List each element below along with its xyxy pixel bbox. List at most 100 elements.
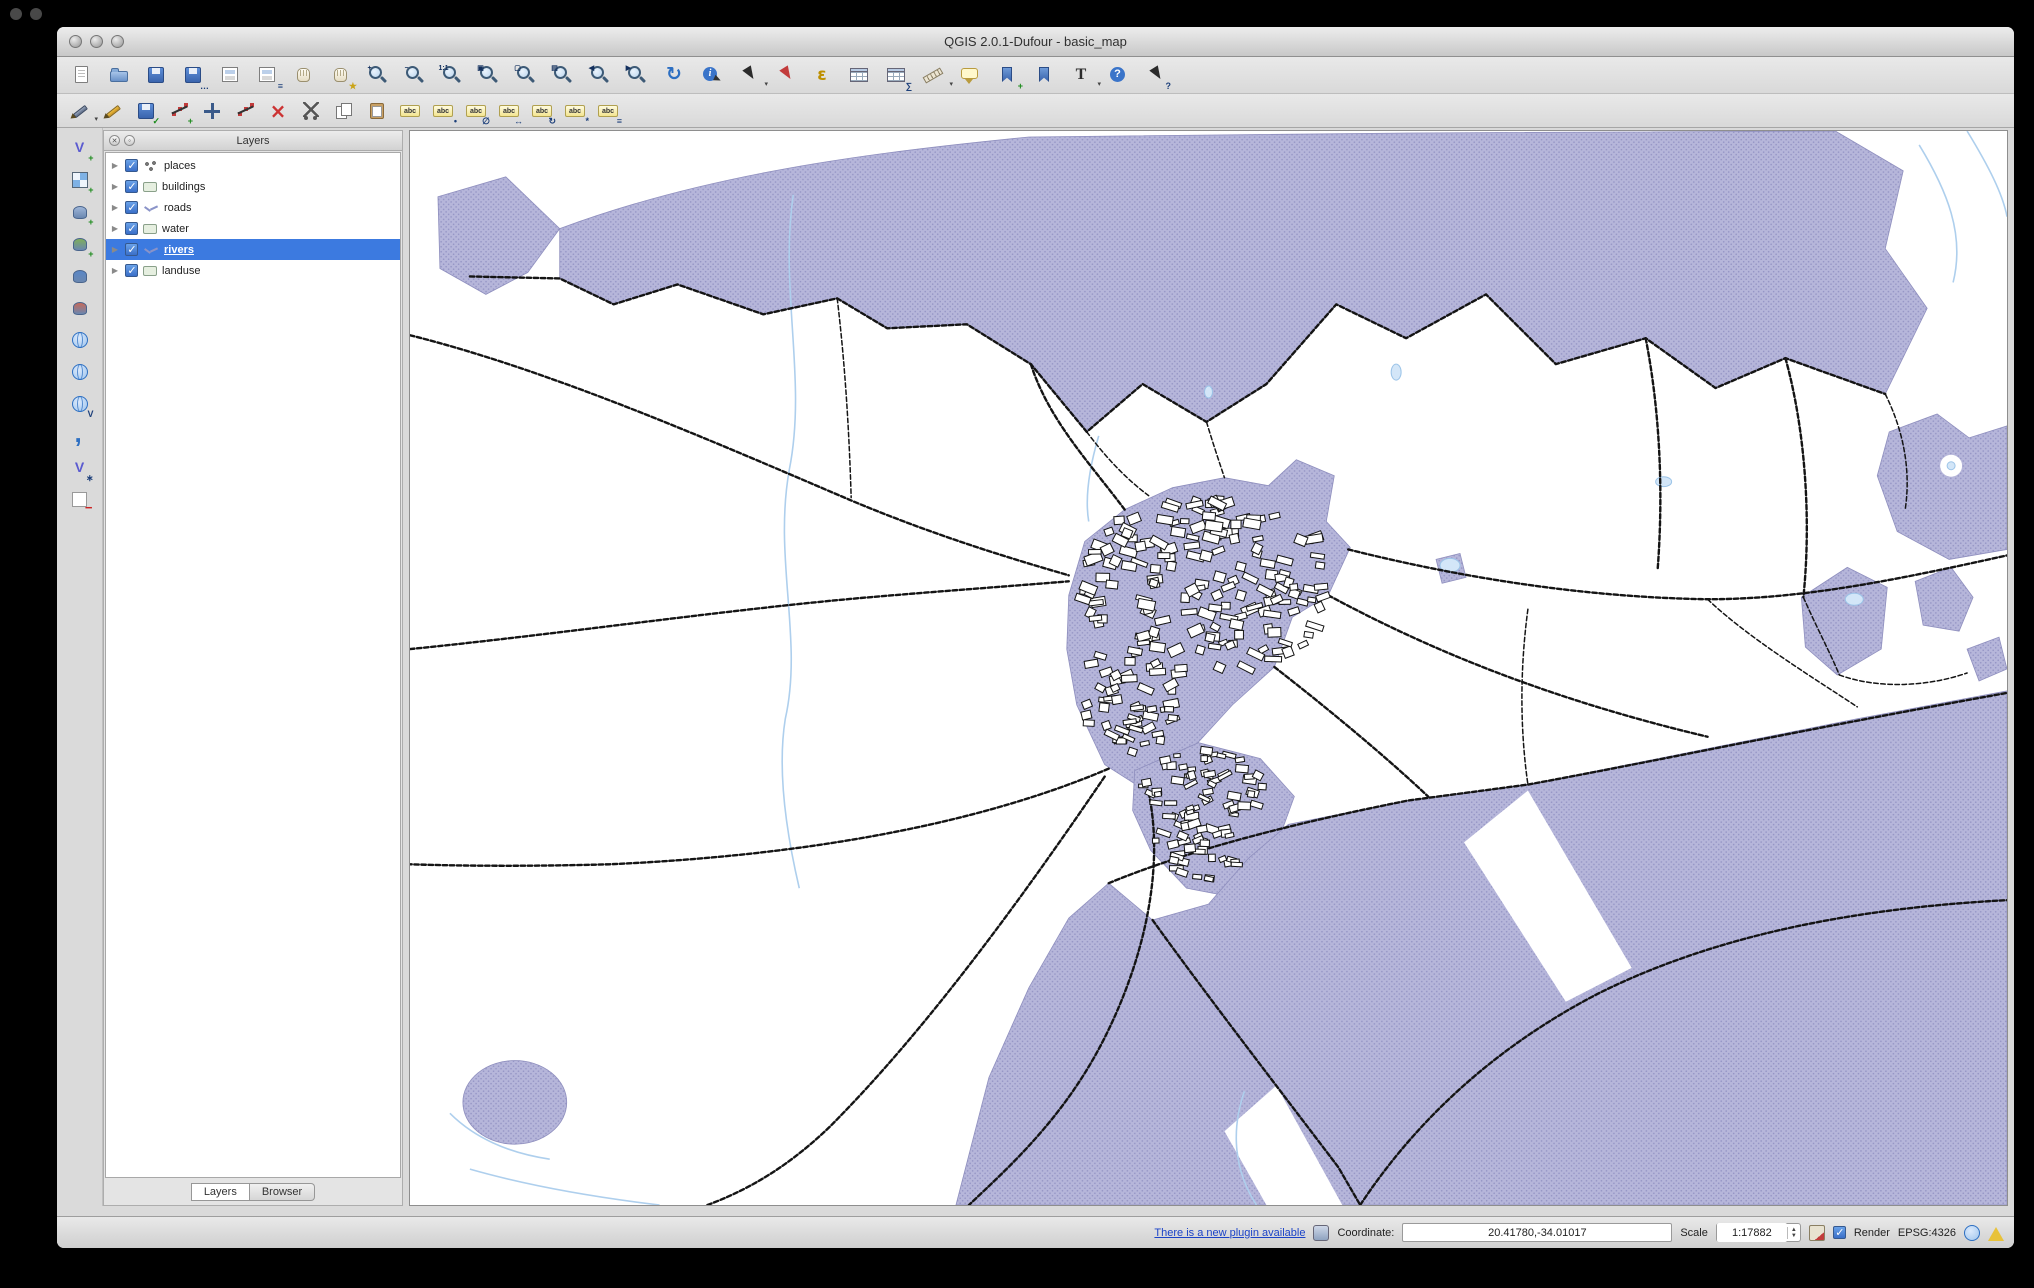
open-project-button[interactable]: ▾: [102, 60, 136, 90]
save-project-as-button[interactable]: … ▾: [176, 60, 210, 90]
zoom-native-button[interactable]: 1:1 ▾: [435, 60, 469, 90]
layer-visibility-checkbox[interactable]: [125, 159, 138, 172]
refresh-map-button[interactable]: ▾: [657, 60, 691, 90]
zoom-last-button[interactable]: ◀ ▾: [583, 60, 617, 90]
scale-input[interactable]: [1717, 1223, 1787, 1242]
copy-features-button[interactable]: ▾: [329, 97, 359, 125]
titlebar[interactable]: QGIS 2.0.1-Dufour - basic_map: [57, 27, 2014, 57]
pan-to-selection-button[interactable]: ★ ▾: [324, 60, 358, 90]
field-calculator-button[interactable]: ∑ ▾: [879, 60, 913, 90]
identify-features-button[interactable]: ▾: [694, 60, 728, 90]
map-svg[interactable]: [410, 131, 2007, 1205]
select-features-button[interactable]: ▾: [731, 60, 765, 90]
zoom-full-button[interactable]: ▣ ▾: [472, 60, 506, 90]
add-vector-layer-button[interactable]: + ▾: [65, 134, 95, 162]
zoom-window-button[interactable]: [111, 35, 124, 48]
add-wcs-layer-button[interactable]: ▾: [65, 358, 95, 386]
add-feature-button[interactable]: + ▾: [164, 97, 194, 125]
layer-row-water[interactable]: water: [106, 218, 400, 239]
close-button[interactable]: [69, 35, 82, 48]
add-oracle-layer-button[interactable]: ▾: [65, 294, 95, 322]
zoom-to-layer-button[interactable]: ▤ ▾: [546, 60, 580, 90]
expand-arrow-icon[interactable]: [110, 203, 120, 212]
add-raster-layer-button[interactable]: + ▾: [65, 166, 95, 194]
toggle-editing-button[interactable]: ▾: [98, 97, 128, 125]
zoom-in-button[interactable]: + ▾: [361, 60, 395, 90]
tab-browser[interactable]: Browser: [250, 1183, 315, 1201]
labeling-button[interactable]: ▾: [395, 97, 425, 125]
cut-features-button[interactable]: ▾: [296, 97, 326, 125]
zoom-to-selection-button[interactable]: ▢ ▾: [509, 60, 543, 90]
render-checkbox[interactable]: [1833, 1226, 1846, 1239]
node-tool-button[interactable]: ▾: [230, 97, 260, 125]
layer-row-buildings[interactable]: buildings: [106, 176, 400, 197]
add-wfs-layer-button[interactable]: V ▾: [65, 390, 95, 418]
layer-row-places[interactable]: places: [106, 155, 400, 176]
whats-this-button[interactable]: ? ▾: [1138, 60, 1172, 90]
paste-features-button[interactable]: ▾: [362, 97, 392, 125]
pan-map-button[interactable]: ▾: [287, 60, 321, 90]
open-attribute-table-button[interactable]: ▾: [842, 60, 876, 90]
layer-row-rivers[interactable]: rivers: [106, 239, 400, 260]
scale-spinner-icon[interactable]: ▲▼: [1787, 1227, 1800, 1239]
expand-arrow-icon[interactable]: [110, 245, 120, 254]
layer-row-roads[interactable]: roads: [106, 197, 400, 218]
new-print-composer-button[interactable]: ▾: [213, 60, 247, 90]
select-by-expression-button[interactable]: ▾: [805, 60, 839, 90]
new-project-button[interactable]: ▾: [65, 60, 99, 90]
panel-close-button[interactable]: [109, 135, 120, 146]
new-shapefile-layer-button[interactable]: ∗ ▾: [65, 454, 95, 482]
minimize-button[interactable]: [90, 35, 103, 48]
label-rotate-button[interactable]: ↻ ▾: [527, 97, 557, 125]
add-mssql-layer-button[interactable]: ▾: [65, 262, 95, 290]
new-bookmark-button[interactable]: + ▾: [990, 60, 1024, 90]
deselect-features-button[interactable]: ▾: [768, 60, 802, 90]
current-edits-button[interactable]: ▾: [65, 97, 95, 125]
layer-visibility-checkbox[interactable]: [125, 264, 138, 277]
label-pin-button[interactable]: • ▾: [428, 97, 458, 125]
scale-combobox[interactable]: ▲▼: [1716, 1223, 1801, 1242]
crs-status-button[interactable]: [1964, 1225, 1980, 1241]
panel-float-button[interactable]: [124, 135, 135, 146]
text-annotation-button[interactable]: ▾: [1064, 60, 1098, 90]
expand-arrow-icon[interactable]: [110, 224, 120, 233]
add-spatialite-layer-button[interactable]: + ▾: [65, 230, 95, 258]
label-change-button[interactable]: * ▾: [560, 97, 590, 125]
map-tips-button[interactable]: ▾: [953, 60, 987, 90]
measure-button[interactable]: ▾: [916, 60, 950, 90]
tab-layers[interactable]: Layers: [191, 1183, 250, 1201]
plugin-icon[interactable]: [1313, 1225, 1329, 1241]
stop-render-icon[interactable]: [1809, 1225, 1825, 1241]
messages-log-button[interactable]: [1988, 1227, 2004, 1241]
save-project-button[interactable]: ▾: [139, 60, 173, 90]
coordinate-input[interactable]: [1402, 1223, 1672, 1242]
composer-manager-button[interactable]: ≡ ▾: [250, 60, 284, 90]
layers-panel-header[interactable]: Layers: [104, 131, 402, 151]
move-feature-button[interactable]: ▾: [197, 97, 227, 125]
layer-visibility-checkbox[interactable]: [125, 180, 138, 193]
expand-arrow-icon[interactable]: [110, 161, 120, 170]
expand-arrow-icon[interactable]: [110, 266, 120, 275]
zoom-out-button[interactable]: − ▾: [398, 60, 432, 90]
line-layer-icon: [143, 202, 159, 214]
map-canvas[interactable]: [409, 130, 2008, 1206]
expand-arrow-icon[interactable]: [110, 182, 120, 191]
save-layer-edits-button[interactable]: ✓ ▾: [131, 97, 161, 125]
new-plugin-link[interactable]: There is a new plugin available: [1154, 1227, 1305, 1239]
label-move-button[interactable]: ↔ ▾: [494, 97, 524, 125]
layer-row-landuse[interactable]: landuse: [106, 260, 400, 281]
add-wms-layer-button[interactable]: ▾: [65, 326, 95, 354]
label-highlight-button[interactable]: ∅ ▾: [461, 97, 491, 125]
layer-visibility-checkbox[interactable]: [125, 201, 138, 214]
delete-selected-button[interactable]: ▾: [263, 97, 293, 125]
layer-visibility-checkbox[interactable]: [125, 243, 138, 256]
remove-layer-button[interactable]: − ▾: [65, 486, 95, 514]
label-properties-button[interactable]: ≡ ▾: [593, 97, 623, 125]
add-delimited-text-layer-button[interactable]: ▾: [65, 422, 95, 450]
show-bookmarks-button[interactable]: ▾: [1027, 60, 1061, 90]
add-postgis-layer-button[interactable]: + ▾: [65, 198, 95, 226]
add-mssql-layer-icon: [69, 265, 91, 287]
layer-visibility-checkbox[interactable]: [125, 222, 138, 235]
zoom-next-button[interactable]: ▶ ▾: [620, 60, 654, 90]
help-button[interactable]: ▾: [1101, 60, 1135, 90]
